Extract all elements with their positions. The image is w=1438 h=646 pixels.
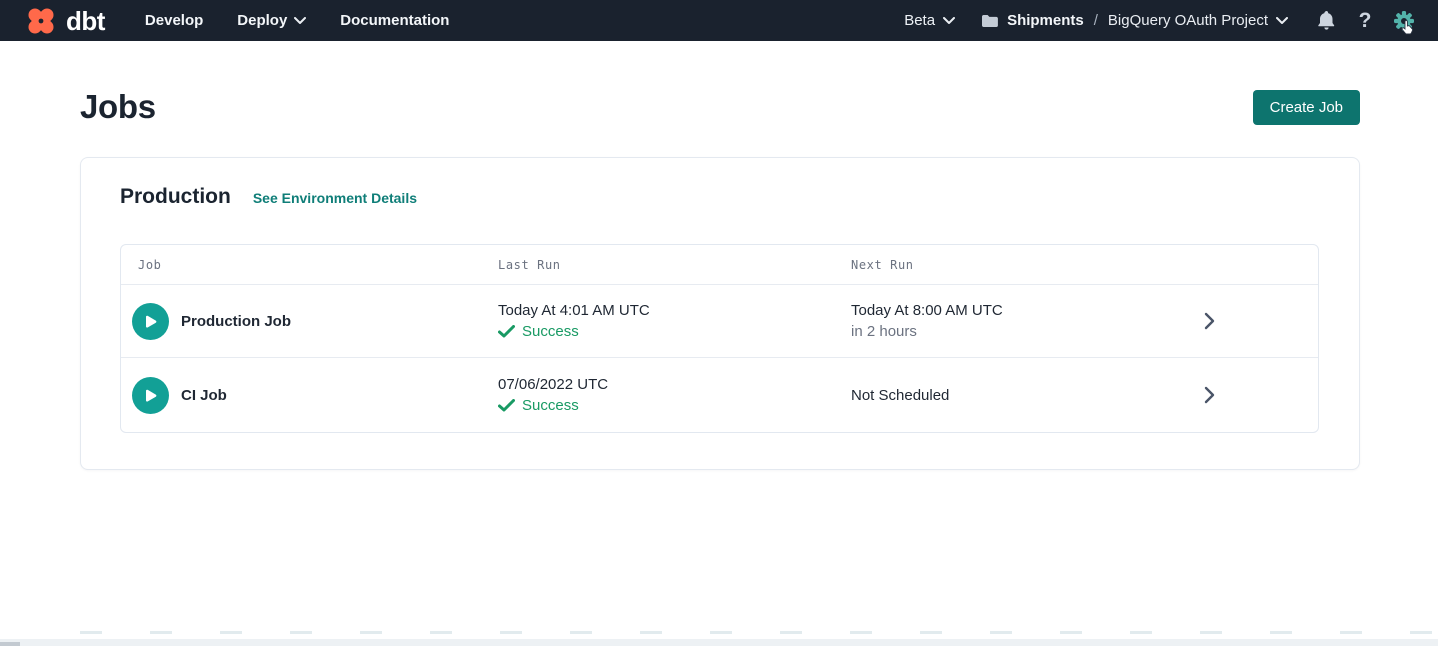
chevron-right-icon[interactable] xyxy=(1204,312,1215,330)
nav-item-label: Deploy xyxy=(237,12,287,29)
help-icon[interactable]: ? xyxy=(1353,9,1377,33)
beta-label: Beta xyxy=(904,12,935,29)
last-run-status: Success xyxy=(498,323,851,340)
settings-gear-icon[interactable] xyxy=(1392,9,1416,33)
table-row-ci-job[interactable]: CI Job 07/06/2022 UTC Success Not Schedu… xyxy=(121,358,1318,432)
last-run-time: Today At 4:01 AM UTC xyxy=(498,302,851,319)
account-name: Shipments xyxy=(1007,12,1084,29)
run-job-play-button[interactable] xyxy=(132,303,169,340)
page-title: Jobs xyxy=(80,88,156,126)
nav-item-deploy[interactable]: Deploy xyxy=(237,12,306,29)
see-environment-details-link[interactable]: See Environment Details xyxy=(253,190,417,206)
project-selector[interactable]: Shipments / BigQuery OAuth Project xyxy=(981,12,1288,29)
nav-item-label: Develop xyxy=(145,12,203,29)
last-run-time: 07/06/2022 UTC xyxy=(498,376,851,393)
status-label: Success xyxy=(522,323,579,340)
nav-item-develop[interactable]: Develop xyxy=(145,12,203,29)
chevron-down-icon xyxy=(294,17,306,24)
next-run-time: Today At 8:00 AM UTC xyxy=(851,302,1100,319)
folder-icon xyxy=(981,14,998,28)
column-header-job: Job xyxy=(121,258,498,272)
top-navbar: dbt Develop Deploy Documentation Beta Sh… xyxy=(0,0,1438,41)
next-run-time: Not Scheduled xyxy=(851,387,1100,404)
nav-item-documentation[interactable]: Documentation xyxy=(340,12,449,29)
check-icon xyxy=(498,325,515,338)
notifications-bell-icon[interactable] xyxy=(1314,9,1338,33)
chevron-down-icon xyxy=(943,17,955,24)
run-job-play-button[interactable] xyxy=(132,377,169,414)
project-name: BigQuery OAuth Project xyxy=(1108,12,1288,29)
chevron-down-icon xyxy=(1276,17,1288,24)
table-header-row: Job Last Run Next Run xyxy=(121,245,1318,285)
job-name: CI Job xyxy=(181,387,227,404)
job-name: Production Job xyxy=(181,313,291,330)
dbt-logo-text: dbt xyxy=(66,8,105,34)
create-job-button[interactable]: Create Job xyxy=(1253,90,1360,125)
dbt-logo[interactable]: dbt xyxy=(24,4,105,38)
bottom-dashed-divider xyxy=(80,631,1438,634)
environment-card: Production See Environment Details Job L… xyxy=(80,157,1360,470)
beta-dropdown[interactable]: Beta xyxy=(904,12,955,29)
column-header-last-run: Last Run xyxy=(498,258,851,272)
status-label: Success xyxy=(522,397,579,414)
breadcrumb-separator: / xyxy=(1093,12,1099,29)
pointer-cursor xyxy=(1401,20,1414,40)
chevron-right-icon[interactable] xyxy=(1204,386,1215,404)
next-run-note: in 2 hours xyxy=(851,323,1100,340)
play-icon xyxy=(144,388,157,403)
environment-name: Production xyxy=(120,185,231,209)
nav-item-label: Documentation xyxy=(340,12,449,29)
check-icon xyxy=(498,399,515,412)
jobs-table: Job Last Run Next Run Production Job Tod… xyxy=(120,244,1319,433)
play-icon xyxy=(144,314,157,329)
dbt-logo-icon xyxy=(24,4,58,38)
table-row-production-job[interactable]: Production Job Today At 4:01 AM UTC Succ… xyxy=(121,285,1318,358)
bottom-scrollbar-track[interactable] xyxy=(0,639,1438,646)
project-name-label: BigQuery OAuth Project xyxy=(1108,12,1268,29)
last-run-status: Success xyxy=(498,397,851,414)
column-header-next-run: Next Run xyxy=(851,258,1100,272)
bottom-corner-mark xyxy=(0,642,20,646)
primary-nav: Develop Deploy Documentation xyxy=(145,12,450,29)
